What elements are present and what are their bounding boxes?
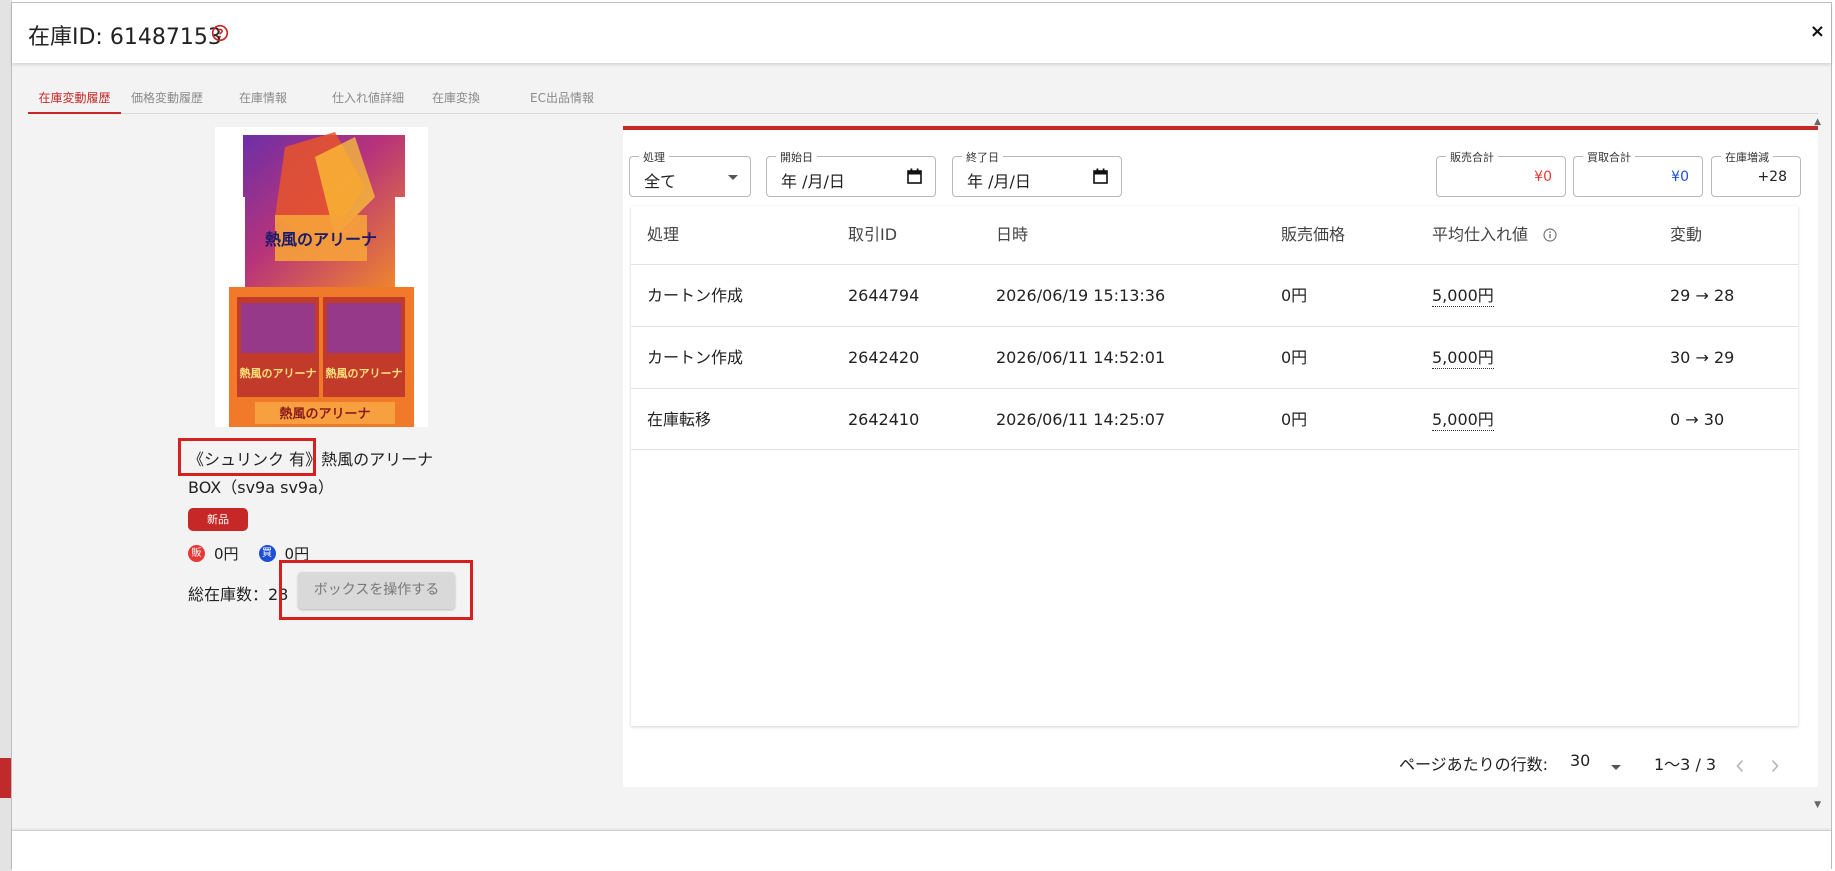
scroll-up-icon[interactable]: ▲ bbox=[1814, 117, 1821, 127]
cell-datetime: 2026/06/11 14:25:07 bbox=[996, 410, 1166, 429]
cell-process: 在庫転移 bbox=[647, 410, 712, 429]
sales-total-value: ¥0 bbox=[1534, 169, 1552, 185]
start-date-label: 開始日 bbox=[776, 149, 817, 165]
help-circle-icon[interactable] bbox=[211, 24, 229, 42]
table-footer-divider bbox=[631, 726, 1798, 727]
history-table: 処理 取引ID 日時 販売価格 平均仕入れ値 変動 カートン作成 2644794 bbox=[631, 206, 1798, 727]
process-select-label: 処理 bbox=[639, 149, 669, 165]
tab-cost-detail[interactable]: 仕入れ値詳細 bbox=[328, 83, 408, 114]
stock-change-field: 在庫増減 +28 bbox=[1711, 149, 1801, 197]
modal-header: 在庫ID: 61487153 × bbox=[12, 3, 1831, 63]
cell-id: 2644794 bbox=[848, 286, 920, 305]
buy-price-icon: 買 bbox=[258, 544, 276, 562]
info-icon[interactable] bbox=[1543, 228, 1557, 242]
total-stock: 総在庫数：28 bbox=[188, 585, 289, 604]
tab-stock-convert[interactable]: 在庫変換 bbox=[426, 83, 486, 114]
sell-price-icon: 販 bbox=[188, 544, 205, 562]
cell-change: 0 → 30 bbox=[1670, 410, 1725, 429]
rows-per-page-value[interactable]: 30 bbox=[1570, 751, 1590, 770]
image-pack-title-b: 熱風のアリーナ bbox=[326, 366, 403, 380]
start-date-value: 年 /月/日 bbox=[781, 172, 845, 191]
highlight-box-button bbox=[279, 560, 473, 620]
column-header-datetime: 日時 bbox=[996, 225, 1029, 244]
stock-history-panel: 処理 全て 開始日 年 /月/日 終了日 年 /月/日 販売合計 ¥0 買取合計… bbox=[623, 126, 1818, 787]
cell-datetime: 2026/06/11 14:52:01 bbox=[996, 348, 1166, 367]
sales-total-field: 販売合計 ¥0 bbox=[1436, 149, 1566, 197]
table-row[interactable]: 在庫転移 2642410 2026/06/11 14:25:07 0円 5,00… bbox=[631, 388, 1798, 450]
process-select-value: 全て bbox=[644, 172, 677, 191]
tab-stock-info[interactable]: 在庫情報 bbox=[233, 83, 293, 114]
modal-title: 在庫ID: 61487153 bbox=[28, 25, 222, 50]
stock-change-label: 在庫増減 bbox=[1721, 149, 1773, 165]
panel-accent-line bbox=[623, 126, 1818, 130]
column-header-process: 処理 bbox=[647, 225, 680, 244]
process-select[interactable]: 処理 全て bbox=[629, 149, 751, 197]
end-date-value: 年 /月/日 bbox=[967, 172, 1031, 191]
product-name-main: 熱風のアリーナ bbox=[321, 450, 434, 469]
product-name-line2: BOX（sv9a sv9a） bbox=[188, 478, 334, 497]
cell-price: 0円 bbox=[1281, 348, 1308, 367]
cell-id: 2642410 bbox=[848, 410, 920, 429]
sales-total-label: 販売合計 bbox=[1446, 149, 1498, 165]
condition-badge: 新品 bbox=[188, 508, 248, 531]
tab-ec-listing[interactable]: EC出品情報 bbox=[522, 83, 602, 114]
image-front-title: 熱風のアリーナ bbox=[279, 406, 370, 422]
scroll-down-icon[interactable]: ▼ bbox=[1814, 800, 1821, 810]
tab-bar: 在庫変動履歴 価格変動履歴 在庫情報 仕入れ値詳細 在庫変換 EC出品情報 bbox=[28, 83, 1818, 114]
end-date-label: 終了日 bbox=[962, 149, 1003, 165]
stock-change-value: +28 bbox=[1757, 169, 1787, 185]
cell-avg-cost[interactable]: 5,000円 bbox=[1432, 286, 1494, 307]
product-image: 熱風のアリーナ 熱風のアリーナ 熱風のアリーナ 熱風のアリーナ bbox=[215, 127, 428, 427]
table-row[interactable]: カートン作成 2644794 2026/06/19 15:13:36 0円 5,… bbox=[631, 264, 1798, 326]
chevron-right-icon[interactable] bbox=[1770, 759, 1780, 773]
cell-price: 0円 bbox=[1281, 286, 1308, 305]
cell-price: 0円 bbox=[1281, 410, 1308, 429]
end-date-input[interactable]: 終了日 年 /月/日 bbox=[952, 149, 1122, 197]
modal-footer bbox=[12, 830, 1831, 870]
cell-id: 2642420 bbox=[848, 348, 920, 367]
highlight-box-name bbox=[178, 438, 316, 476]
column-header-id: 取引ID bbox=[848, 225, 898, 244]
cell-process: カートン作成 bbox=[647, 286, 744, 305]
column-header-avg-cost: 平均仕入れ値 bbox=[1432, 225, 1529, 244]
chevron-left-icon[interactable] bbox=[1735, 759, 1745, 773]
cell-avg-cost[interactable]: 5,000円 bbox=[1432, 410, 1494, 431]
tab-stock-history[interactable]: 在庫変動履歴 bbox=[28, 83, 121, 114]
column-header-price: 販売価格 bbox=[1281, 225, 1346, 244]
cell-change: 29 → 28 bbox=[1670, 286, 1735, 305]
start-date-input[interactable]: 開始日 年 /月/日 bbox=[766, 149, 936, 197]
image-pack-title-a: 熱風のアリーナ bbox=[240, 366, 317, 380]
caret-down-icon bbox=[728, 175, 738, 180]
column-header-change: 変動 bbox=[1670, 225, 1703, 244]
buy-total-field: 買取合計 ¥0 bbox=[1573, 149, 1703, 197]
page-range: 1～3 / 3 bbox=[1654, 755, 1717, 774]
calendar-icon[interactable] bbox=[907, 168, 922, 184]
sell-price: 0円 bbox=[214, 544, 239, 563]
rows-per-page-label: ページあたりの行数: bbox=[1399, 755, 1549, 774]
image-box-title: 熱風のアリーナ bbox=[265, 230, 377, 249]
calendar-icon[interactable] bbox=[1093, 168, 1108, 184]
buy-total-label: 買取合計 bbox=[1583, 149, 1635, 165]
modal-body: 在庫変動履歴 価格変動履歴 在庫情報 仕入れ値詳細 在庫変換 EC出品情報 熱風… bbox=[12, 63, 1831, 830]
stock-detail-modal: 在庫ID: 61487153 × 在庫変動履歴 価格変動履歴 在庫情報 仕入れ値… bbox=[11, 2, 1832, 870]
close-icon[interactable]: × bbox=[1810, 21, 1825, 42]
table-row[interactable]: カートン作成 2642420 2026/06/11 14:52:01 0円 5,… bbox=[631, 326, 1798, 388]
cell-process: カートン作成 bbox=[647, 348, 744, 367]
tab-price-history[interactable]: 価格変動履歴 bbox=[127, 83, 207, 114]
cell-datetime: 2026/06/19 15:13:36 bbox=[996, 286, 1166, 305]
cell-avg-cost[interactable]: 5,000円 bbox=[1432, 348, 1494, 369]
cell-change: 30 → 29 bbox=[1670, 348, 1735, 367]
caret-down-icon[interactable] bbox=[1611, 765, 1621, 770]
buy-total-value: ¥0 bbox=[1671, 169, 1689, 185]
